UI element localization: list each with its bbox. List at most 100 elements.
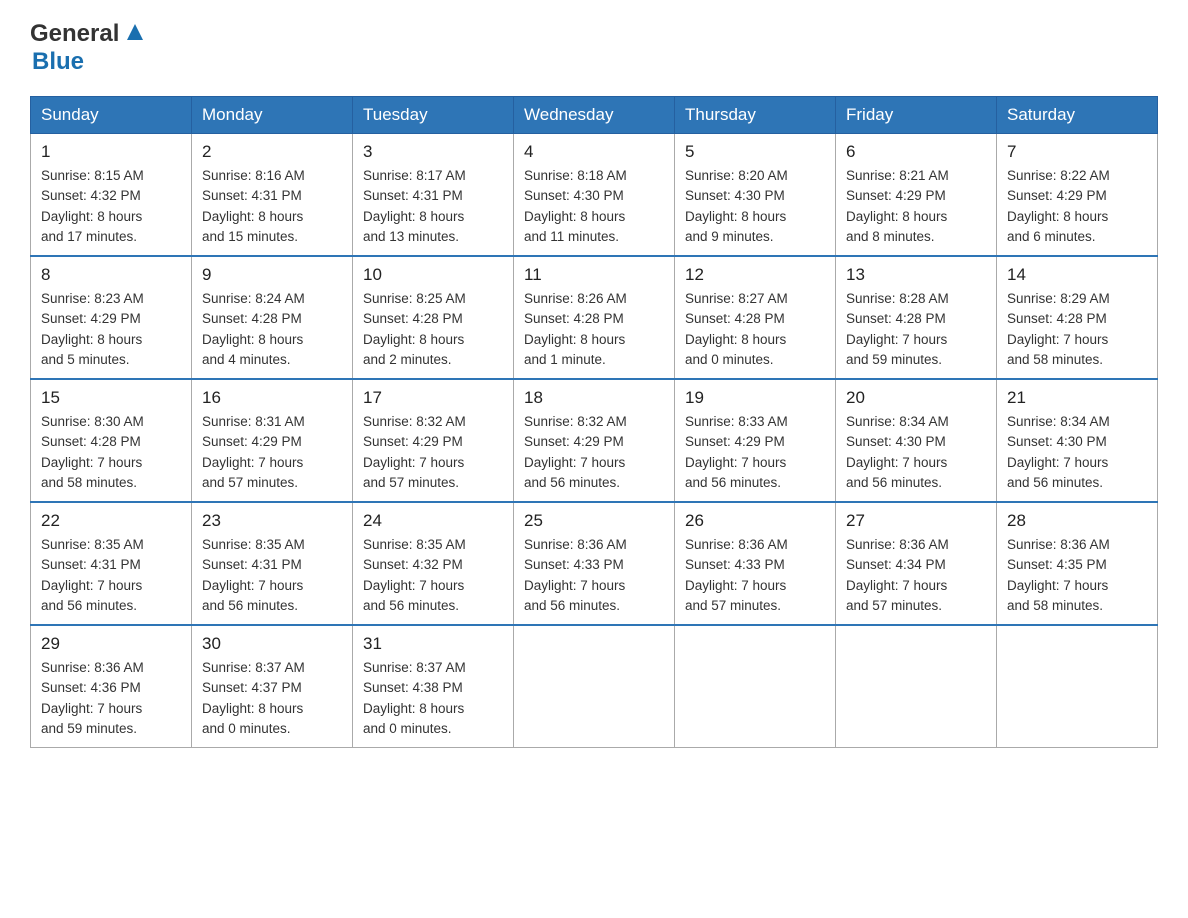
day-info: Sunrise: 8:22 AMSunset: 4:29 PMDaylight:… — [1007, 166, 1147, 247]
day-number: 13 — [846, 265, 986, 285]
calendar-cell: 24 Sunrise: 8:35 AMSunset: 4:32 PMDayligh… — [353, 502, 514, 625]
day-number: 7 — [1007, 142, 1147, 162]
cell-content: 20Sunrise: 8:34 AMSunset: 4:30 PMDayligh… — [846, 388, 986, 493]
calendar-cell: 17 Sunrise: 8:32 AMSunset: 4:29 PMDayligh… — [353, 379, 514, 502]
calendar-cell: 25 Sunrise: 8:36 AMSunset: 4:33 PMDayligh… — [514, 502, 675, 625]
day-info: Sunrise: 8:36 AMSunset: 4:36 PMDaylight:… — [41, 658, 181, 739]
day-number: 8 — [41, 265, 181, 285]
calendar-cell: 18Sunrise: 8:32 AMSunset: 4:29 PMDayligh… — [514, 379, 675, 502]
calendar-cell: 4 Sunrise: 8:18 AMSunset: 4:30 PMDaylight… — [514, 134, 675, 257]
calendar-cell: 1Sunrise: 8:15 AMSunset: 4:32 PMDaylight… — [31, 134, 192, 257]
day-number: 27 — [846, 511, 986, 531]
day-info: Sunrise: 8:35 AMSunset: 4:32 PMDaylight:… — [363, 535, 503, 616]
calendar-week-row: 8Sunrise: 8:23 AMSunset: 4:29 PMDaylight… — [31, 256, 1158, 379]
day-info: Sunrise: 8:18 AMSunset: 4:30 PMDaylight:… — [524, 166, 664, 247]
calendar-cell: 12 Sunrise: 8:27 AMSunset: 4:28 PMDayligh… — [675, 256, 836, 379]
day-number: 6 — [846, 142, 986, 162]
cell-content: 9Sunrise: 8:24 AMSunset: 4:28 PMDaylight… — [202, 265, 342, 370]
calendar-cell: 13 Sunrise: 8:28 AMSunset: 4:28 PMDayligh… — [836, 256, 997, 379]
day-info: Sunrise: 8:32 AMSunset: 4:29 PMDaylight:… — [524, 412, 664, 493]
cell-content: 17 Sunrise: 8:32 AMSunset: 4:29 PMDayligh… — [363, 388, 503, 493]
calendar-week-row: 29 Sunrise: 8:36 AMSunset: 4:36 PMDayligh… — [31, 625, 1158, 748]
calendar-cell: 7 Sunrise: 8:22 AMSunset: 4:29 PMDaylight… — [997, 134, 1158, 257]
day-number: 9 — [202, 265, 342, 285]
day-number: 25 — [524, 511, 664, 531]
day-number: 17 — [363, 388, 503, 408]
cell-content: 26Sunrise: 8:36 AMSunset: 4:33 PMDayligh… — [685, 511, 825, 616]
day-number: 11 — [524, 265, 664, 285]
cell-content: 5Sunrise: 8:20 AMSunset: 4:30 PMDaylight… — [685, 142, 825, 247]
cell-content: 6Sunrise: 8:21 AMSunset: 4:29 PMDaylight… — [846, 142, 986, 247]
calendar-cell: 15 Sunrise: 8:30 AMSunset: 4:28 PMDayligh… — [31, 379, 192, 502]
day-info: Sunrise: 8:28 AMSunset: 4:28 PMDaylight:… — [846, 289, 986, 370]
day-number: 4 — [524, 142, 664, 162]
cell-content: 2 Sunrise: 8:16 AMSunset: 4:31 PMDaylight… — [202, 142, 342, 247]
day-info: Sunrise: 8:27 AMSunset: 4:28 PMDaylight:… — [685, 289, 825, 370]
cell-content: 7 Sunrise: 8:22 AMSunset: 4:29 PMDaylight… — [1007, 142, 1147, 247]
day-number: 29 — [41, 634, 181, 654]
day-info: Sunrise: 8:34 AMSunset: 4:30 PMDaylight:… — [846, 412, 986, 493]
weekday-header-thursday: Thursday — [675, 97, 836, 134]
day-info: Sunrise: 8:36 AMSunset: 4:33 PMDaylight:… — [524, 535, 664, 616]
cell-content: 31Sunrise: 8:37 AMSunset: 4:38 PMDayligh… — [363, 634, 503, 739]
day-number: 1 — [41, 142, 181, 162]
weekday-header-row: SundayMondayTuesdayWednesdayThursdayFrid… — [31, 97, 1158, 134]
calendar-cell: 29 Sunrise: 8:36 AMSunset: 4:36 PMDayligh… — [31, 625, 192, 748]
day-number: 28 — [1007, 511, 1147, 531]
calendar-cell: 26Sunrise: 8:36 AMSunset: 4:33 PMDayligh… — [675, 502, 836, 625]
cell-content: 28Sunrise: 8:36 AMSunset: 4:35 PMDayligh… — [1007, 511, 1147, 616]
day-info: Sunrise: 8:36 AMSunset: 4:34 PMDaylight:… — [846, 535, 986, 616]
day-info: Sunrise: 8:31 AMSunset: 4:29 PMDaylight:… — [202, 412, 342, 493]
day-number: 14 — [1007, 265, 1147, 285]
day-number: 15 — [41, 388, 181, 408]
logo-general-text: General — [30, 20, 119, 48]
calendar-cell — [675, 625, 836, 748]
calendar-cell: 6Sunrise: 8:21 AMSunset: 4:29 PMDaylight… — [836, 134, 997, 257]
calendar-cell: 8Sunrise: 8:23 AMSunset: 4:29 PMDaylight… — [31, 256, 192, 379]
calendar-cell — [997, 625, 1158, 748]
calendar-cell: 27 Sunrise: 8:36 AMSunset: 4:34 PMDayligh… — [836, 502, 997, 625]
calendar-cell: 20Sunrise: 8:34 AMSunset: 4:30 PMDayligh… — [836, 379, 997, 502]
day-number: 30 — [202, 634, 342, 654]
calendar-week-row: 15 Sunrise: 8:30 AMSunset: 4:28 PMDayligh… — [31, 379, 1158, 502]
calendar-cell: 30 Sunrise: 8:37 AMSunset: 4:37 PMDayligh… — [192, 625, 353, 748]
day-number: 21 — [1007, 388, 1147, 408]
weekday-header-saturday: Saturday — [997, 97, 1158, 134]
calendar-cell: 28Sunrise: 8:36 AMSunset: 4:35 PMDayligh… — [997, 502, 1158, 625]
calendar-cell: 5Sunrise: 8:20 AMSunset: 4:30 PMDaylight… — [675, 134, 836, 257]
calendar-table: SundayMondayTuesdayWednesdayThursdayFrid… — [30, 96, 1158, 748]
cell-content: 19 Sunrise: 8:33 AMSunset: 4:29 PMDayligh… — [685, 388, 825, 493]
calendar-cell: 16Sunrise: 8:31 AMSunset: 4:29 PMDayligh… — [192, 379, 353, 502]
calendar-cell: 9Sunrise: 8:24 AMSunset: 4:28 PMDaylight… — [192, 256, 353, 379]
cell-content: 10Sunrise: 8:25 AMSunset: 4:28 PMDayligh… — [363, 265, 503, 370]
day-number: 12 — [685, 265, 825, 285]
logo-blue-text: Blue — [32, 48, 84, 75]
day-info: Sunrise: 8:33 AMSunset: 4:29 PMDaylight:… — [685, 412, 825, 493]
day-info: Sunrise: 8:16 AMSunset: 4:31 PMDaylight:… — [202, 166, 342, 247]
weekday-header-sunday: Sunday — [31, 97, 192, 134]
cell-content: 25 Sunrise: 8:36 AMSunset: 4:33 PMDayligh… — [524, 511, 664, 616]
day-info: Sunrise: 8:36 AMSunset: 4:33 PMDaylight:… — [685, 535, 825, 616]
cell-content: 24 Sunrise: 8:35 AMSunset: 4:32 PMDayligh… — [363, 511, 503, 616]
day-info: Sunrise: 8:25 AMSunset: 4:28 PMDaylight:… — [363, 289, 503, 370]
day-info: Sunrise: 8:37 AMSunset: 4:37 PMDaylight:… — [202, 658, 342, 739]
cell-content: 22Sunrise: 8:35 AMSunset: 4:31 PMDayligh… — [41, 511, 181, 616]
cell-content: 30 Sunrise: 8:37 AMSunset: 4:37 PMDayligh… — [202, 634, 342, 739]
calendar-cell: 11 Sunrise: 8:26 AMSunset: 4:28 PMDayligh… — [514, 256, 675, 379]
day-info: Sunrise: 8:17 AMSunset: 4:31 PMDaylight:… — [363, 166, 503, 247]
cell-content: 21 Sunrise: 8:34 AMSunset: 4:30 PMDayligh… — [1007, 388, 1147, 493]
day-number: 24 — [363, 511, 503, 531]
day-number: 2 — [202, 142, 342, 162]
calendar-cell: 23Sunrise: 8:35 AMSunset: 4:31 PMDayligh… — [192, 502, 353, 625]
day-number: 19 — [685, 388, 825, 408]
calendar-cell: 22Sunrise: 8:35 AMSunset: 4:31 PMDayligh… — [31, 502, 192, 625]
day-number: 22 — [41, 511, 181, 531]
cell-content: 18Sunrise: 8:32 AMSunset: 4:29 PMDayligh… — [524, 388, 664, 493]
cell-content: 13 Sunrise: 8:28 AMSunset: 4:28 PMDayligh… — [846, 265, 986, 370]
day-info: Sunrise: 8:26 AMSunset: 4:28 PMDaylight:… — [524, 289, 664, 370]
calendar-cell: 10Sunrise: 8:25 AMSunset: 4:28 PMDayligh… — [353, 256, 514, 379]
day-info: Sunrise: 8:32 AMSunset: 4:29 PMDaylight:… — [363, 412, 503, 493]
day-info: Sunrise: 8:30 AMSunset: 4:28 PMDaylight:… — [41, 412, 181, 493]
cell-content: 3Sunrise: 8:17 AMSunset: 4:31 PMDaylight… — [363, 142, 503, 247]
day-info: Sunrise: 8:34 AMSunset: 4:30 PMDaylight:… — [1007, 412, 1147, 493]
